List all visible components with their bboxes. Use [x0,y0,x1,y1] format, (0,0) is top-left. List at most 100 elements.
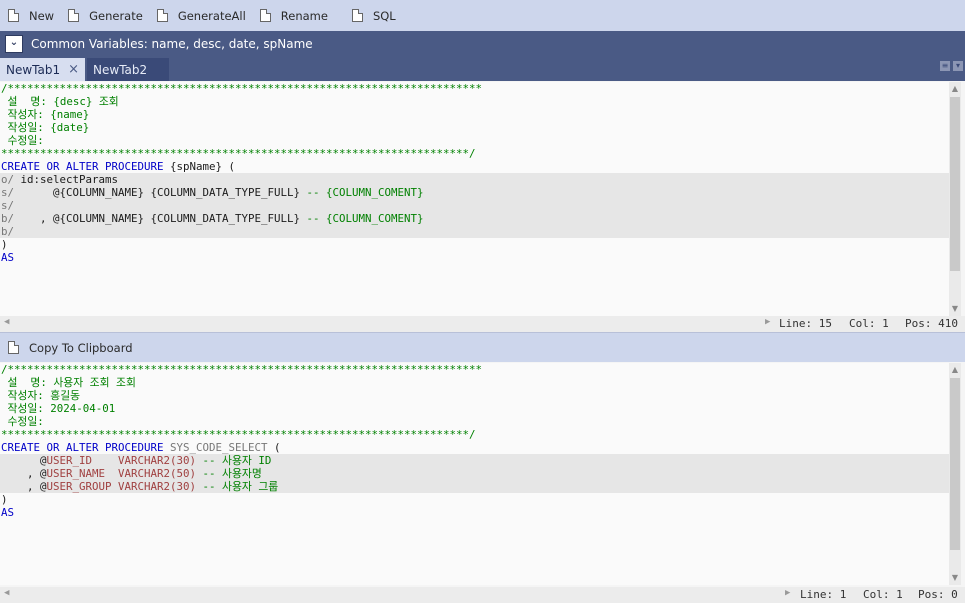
pos-indicator: Pos: 410 [905,317,958,330]
code-token: -- 사용자 ID [202,454,272,467]
common-variables-text: Common Variables: name, desc, date, spNa… [31,36,313,51]
code-token: /***************************************… [1,82,483,95]
tab-tools: ≡ ▾ [940,61,963,71]
document-icon [8,341,19,354]
code-token: , @ [1,480,47,493]
code-line: AS [0,506,949,519]
chevron-double-down-icon[interactable]: ⌄ [5,34,23,53]
code-line: b/ [0,225,949,238]
code-line: /***************************************… [0,363,949,376]
code-token: @ [1,454,47,467]
scroll-right-icon[interactable]: ▶ [785,588,790,598]
dropdown-icon[interactable]: ▾ [953,61,963,71]
scroll-thumb[interactable] [950,378,960,550]
code-token: 수정일: [1,415,44,428]
code-token: o/ [1,173,21,186]
code-line: 작성일: 2024-04-01 [0,402,949,415]
code-token: USER_GROUP VARCHAR2(30) [46,480,203,493]
code-line: ****************************************… [0,428,949,441]
tab-label: NewTab2 [93,62,148,77]
code-token: AS [1,251,15,264]
code-line: ****************************************… [0,147,949,160]
scroll-up-icon[interactable]: ▲ [949,363,961,377]
template-status-bar: ◀ ▶ Line: 15 Col: 1 Pos: 410 [0,316,965,332]
scroll-thumb[interactable] [950,97,960,271]
scroll-left-icon[interactable]: ◀ [4,588,9,598]
code-token: s/ [1,199,15,212]
sql-button[interactable]: SQL [344,0,402,31]
code-token: USER_NAME VARCHAR2(50) [46,467,203,480]
code-token: 작성자: 홍길동 [1,389,81,402]
document-icon [351,9,363,22]
scroll-up-icon[interactable]: ▲ [949,82,961,96]
code-line: AS [0,251,949,264]
code-line: 설 명: 사용자 조회 조회 [0,376,949,389]
code-line: /***************************************… [0,82,949,95]
new-button[interactable]: New [0,0,60,31]
code-token: 설 명: {desc} 조회 [1,95,119,108]
copy-to-clipboard-label: Copy To Clipboard [29,340,133,355]
main-toolbar: New Generate GenerateAll Rename SQL [0,0,965,31]
scroll-left-icon[interactable]: ◀ [4,317,9,327]
code-token: ) [1,493,8,506]
code-line: ) [0,493,949,506]
tab-label: NewTab1 [6,62,61,77]
scroll-down-icon[interactable]: ▼ [949,302,961,316]
code-token: -- {COLUMN_COMENT} [306,186,424,199]
code-token: -- 사용자 그룹 [202,480,279,493]
tab-newtab1[interactable]: NewTab1 × [0,58,86,81]
code-line: 작성일: {date} [0,121,949,134]
code-token: b/ [1,225,15,238]
scroll-right-icon[interactable]: ▶ [765,317,770,327]
generate-button-label: Generate [89,8,143,23]
pos-indicator: Pos: 0 [918,588,958,601]
copy-to-clipboard-button[interactable]: Copy To Clipboard [0,332,139,363]
code-line: , @USER_GROUP VARCHAR2(30) -- 사용자 그룹 [0,480,949,493]
col-indicator: Col: 1 [849,317,889,330]
clipboard-toolbar: Copy To Clipboard [0,333,965,362]
code-line: b/ , @{COLUMN_NAME} {COLUMN_DATA_TYPE_FU… [0,212,949,225]
document-icon [259,9,271,22]
col-indicator: Col: 1 [863,588,903,601]
sql-button-label: SQL [372,8,396,23]
output-vertical-scrollbar[interactable]: ▲ ▼ [949,363,961,585]
tab-bar: NewTab1 × NewTab2 ≡ ▾ [0,56,965,81]
code-token: 수정일: [1,134,44,147]
code-token: ) [1,238,8,251]
code-token: SYS_CODE_SELECT [170,441,268,454]
tab-newtab2[interactable]: NewTab2 [87,58,170,81]
tab-list-icon[interactable]: ≡ [940,61,950,71]
output-editor[interactable]: /***************************************… [0,363,949,585]
generate-all-button[interactable]: GenerateAll [149,0,252,31]
code-line: 작성자: 홍길동 [0,389,949,402]
code-token: ****************************************… [1,147,476,160]
code-token: , @ [1,467,47,480]
template-editor[interactable]: /***************************************… [0,82,949,316]
line-indicator: Line: 15 [779,317,832,330]
code-line: , @USER_NAME VARCHAR2(50) -- 사용자명 [0,467,949,480]
document-icon [156,9,168,22]
output-status-bar: ◀ ▶ Line: 1 Col: 1 Pos: 0 [0,587,965,603]
document-icon [68,9,80,22]
rename-button[interactable]: Rename [252,0,334,31]
code-token: id:selectParams [20,173,119,186]
code-line: o/ id:selectParams [0,173,949,186]
code-token: /***************************************… [1,363,483,376]
code-line: 작성자: {name} [0,108,949,121]
template-vertical-scrollbar[interactable]: ▲ ▼ [949,82,961,316]
scroll-down-icon[interactable]: ▼ [949,571,961,585]
line-indicator: Line: 1 [800,588,847,601]
close-icon[interactable]: × [68,62,79,77]
code-token: {spName} ( [170,160,236,173]
code-line: s/ @{COLUMN_NAME} {COLUMN_DATA_TYPE_FULL… [0,186,949,199]
code-token: AS [1,506,15,519]
generate-button[interactable]: Generate [60,0,149,31]
code-token: 작성자: {name} [1,108,90,121]
code-line: 수정일: [0,134,949,147]
rename-button-label: Rename [280,8,328,23]
code-token: CREATE OR ALTER PROCEDURE [1,441,171,454]
code-token: 작성일: 2024-04-01 [1,402,116,415]
new-button-label: New [29,8,55,23]
code-token: @{COLUMN_NAME} {COLUMN_DATA_TYPE_FULL} [53,186,307,199]
common-variables-bar: ⌄ Common Variables: name, desc, date, sp… [0,31,965,56]
